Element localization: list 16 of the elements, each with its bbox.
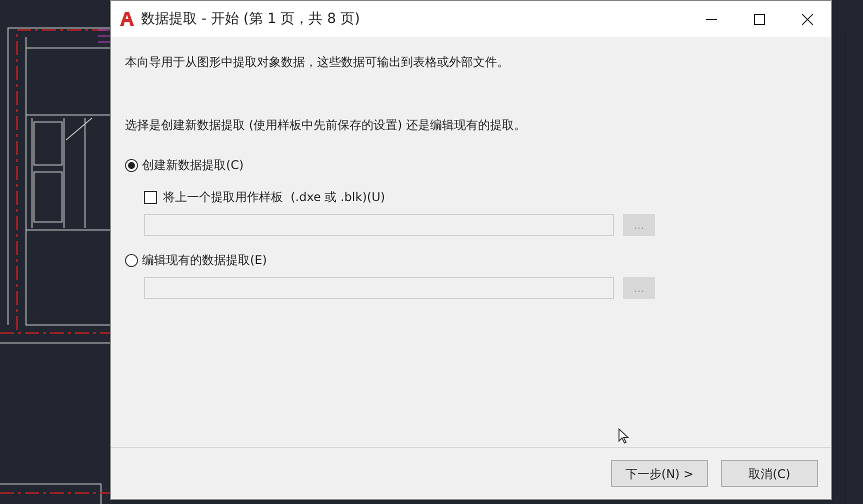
- cancel-button[interactable]: 取消(C): [721, 460, 818, 487]
- window-title: 数据提取 - 开始 (第 1 页，共 8 页): [141, 10, 360, 28]
- checkbox[interactable]: [144, 190, 157, 204]
- radio-button[interactable]: [125, 158, 138, 172]
- maximize-icon: [754, 14, 764, 24]
- app-logo-icon: [119, 11, 135, 27]
- radio-button[interactable]: [125, 254, 138, 266]
- prompt-text: 选择是创建新数据提取 (使用样板中先前保存的设置) 还是编辑现有的提取。: [125, 117, 527, 134]
- radio-label[interactable]: 创建新数据提取(C): [142, 156, 244, 174]
- mouse-pointer-icon: [618, 428, 629, 444]
- radio-label[interactable]: 编辑现有的数据提取(E): [142, 251, 267, 269]
- checkbox-label[interactable]: 将上一个提取用作样板 (.dxe 或 .blk)(U): [163, 188, 386, 206]
- close-icon: [802, 14, 812, 24]
- minimize-icon: [706, 18, 716, 20]
- intro-text: 本向导用于从图形中提取对象数据，这些数据可输出到表格或外部文件。: [125, 54, 510, 71]
- next-button[interactable]: 下一步(N) >: [611, 460, 708, 487]
